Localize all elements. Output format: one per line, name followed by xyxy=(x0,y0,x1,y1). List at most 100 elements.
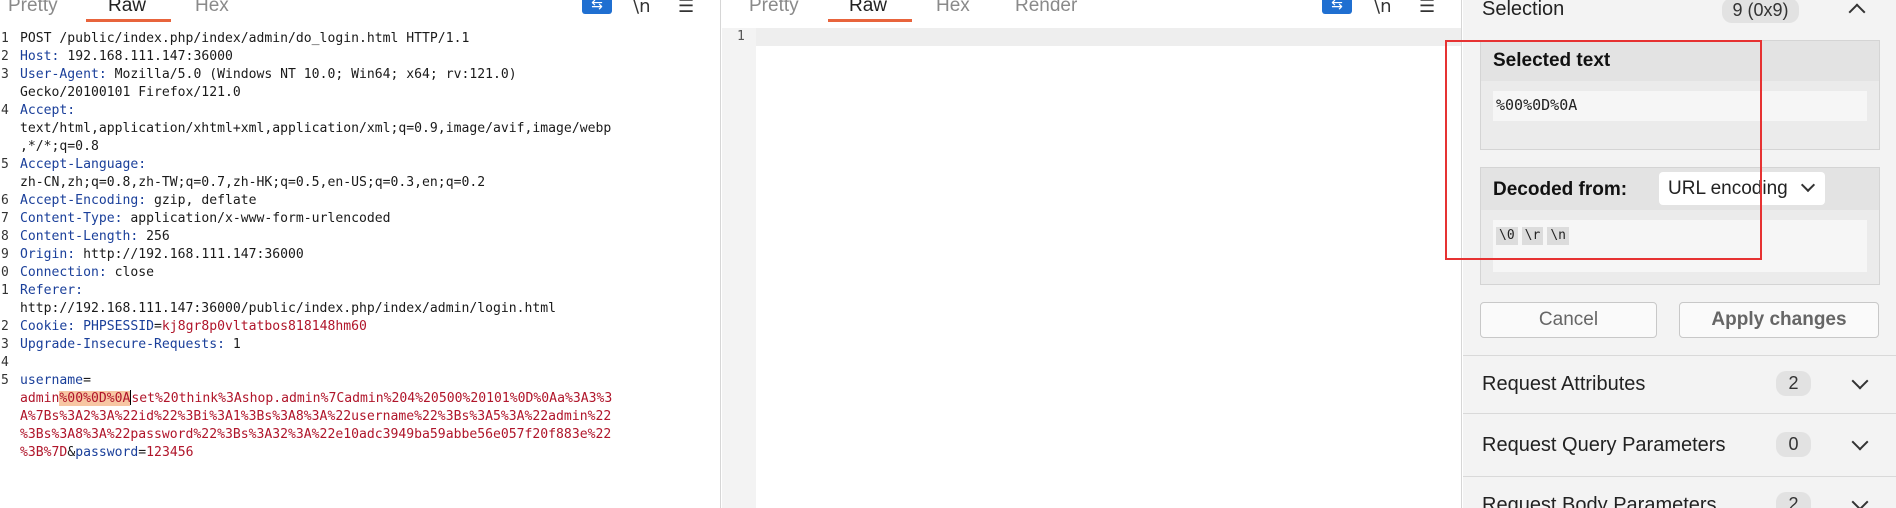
tab-render[interactable]: Render xyxy=(1015,0,1077,17)
request-raw-editor[interactable]: 1 POST /public/index.php/index/admin/do_l… xyxy=(0,28,720,508)
header-key: username xyxy=(20,373,84,388)
chevron-down-icon[interactable] xyxy=(1851,372,1869,390)
tab-hex[interactable]: Hex xyxy=(195,0,229,17)
editor-line: 4 xyxy=(0,354,720,372)
line-number: 3 xyxy=(1,337,9,352)
text-token: Gecko/20100101 Firefox/121.0 xyxy=(20,85,241,100)
menu-icon[interactable]: ☰ xyxy=(1419,0,1435,17)
tab-pretty[interactable]: Pretty xyxy=(749,0,799,17)
header-key: Accept: xyxy=(20,103,76,118)
line-text: ,*/*;q=0.8 xyxy=(20,138,99,156)
tab-raw[interactable]: Raw xyxy=(108,0,146,17)
line-number: 4 xyxy=(1,355,9,370)
header-key: Connection: xyxy=(20,265,115,280)
wrap-lines-icon[interactable]: ⇆ xyxy=(582,0,612,14)
line-text: text/html,application/xhtml+xml,applicat… xyxy=(20,120,611,138)
section-request-attributes[interactable]: Request Attributes 2 xyxy=(1463,356,1896,413)
menu-icon[interactable]: ☰ xyxy=(678,0,694,17)
editor-line: 4 Accept: xyxy=(0,102,720,120)
header-key: User-Agent: xyxy=(20,67,115,82)
line-gutter xyxy=(722,28,756,508)
line-text: Gecko/20100101 Firefox/121.0 xyxy=(20,84,241,102)
text-token: = xyxy=(138,445,147,460)
editor-line: 8 Content-Length: 256 xyxy=(0,228,720,246)
section-count-badge: 0 xyxy=(1776,432,1811,457)
text-token: 123456 xyxy=(146,445,194,460)
header-key: Content-Type: xyxy=(20,211,131,226)
line-number: 9 xyxy=(1,247,9,262)
text-token: %3Bs%3A8%3A%22password%22%3Bs%3A32%3A%22… xyxy=(20,427,612,442)
apply-changes-button[interactable]: Apply changes xyxy=(1679,302,1879,338)
line-text: User-Agent: Mozilla/5.0 (Windows NT 10.0… xyxy=(20,66,517,84)
text-token: zh-CN,zh;q=0.8,zh-TW;q=0.7,zh-HK;q=0.5,e… xyxy=(20,175,486,190)
header-key: Host: xyxy=(20,49,68,64)
text-token: application/x-www-form-urlencoded xyxy=(130,211,391,226)
wrap-lines-icon[interactable]: ⇆ xyxy=(1322,0,1352,14)
header-key: Referer: xyxy=(20,283,84,298)
editor-line: 3 User-Agent: Mozilla/5.0 (Windows NT 10.… xyxy=(0,66,720,84)
newline-icon[interactable]: \n xyxy=(633,0,650,17)
text-token: A%7Bs%3A2%3A%22id%22%3Bi%3A1%3Bs%3A8%3A%… xyxy=(20,409,612,424)
line-text: Connection: close xyxy=(20,264,154,282)
text-token: set%20think%3Ashop.admin%7Cadmin%204%205… xyxy=(131,391,613,406)
annotation-highlight-box xyxy=(1445,40,1762,260)
header-key: Origin: xyxy=(20,247,84,262)
section-count-badge: 2 xyxy=(1776,371,1811,396)
chevron-down-icon xyxy=(1800,177,1816,193)
selection-header[interactable]: Selection 9 (0x9) xyxy=(1463,0,1896,28)
text-token: Mozilla/5.0 (Windows NT 10.0; Win64; x64… xyxy=(114,67,517,82)
section-title: Request Attributes xyxy=(1482,373,1646,395)
section-title: Request Body Parameters xyxy=(1482,494,1717,508)
chevron-down-icon[interactable] xyxy=(1851,433,1869,451)
line-text: Accept: xyxy=(20,102,75,120)
editor-line: 1 Referer: xyxy=(0,282,720,300)
text-token: POST /public/index.php/index/admin/do_lo… xyxy=(20,31,470,46)
line-text: Referer: xyxy=(20,282,83,300)
line-text: Content-Type: application/x-www-form-url… xyxy=(20,210,391,228)
response-tab-bar: Pretty Raw Hex Render ⇆ \n ☰ xyxy=(722,0,1461,22)
text-token: http://192.168.111.147:36000/public/inde… xyxy=(20,301,557,316)
line-number: 0 xyxy=(1,265,9,280)
editor-line: %3B%7D&password=123456 xyxy=(0,444,720,462)
text-token: 192.168.111.147:36000 xyxy=(67,49,233,64)
section-request-body-parameters[interactable]: Request Body Parameters 2 xyxy=(1463,477,1896,508)
line-text: Content-Length: 256 xyxy=(20,228,170,246)
tab-pretty[interactable]: Pretty xyxy=(8,0,58,17)
line-number: 5 xyxy=(1,157,9,172)
section-request-query-parameters[interactable]: Request Query Parameters 0 xyxy=(1463,414,1896,476)
line-text: A%7Bs%3A2%3A%22id%22%3Bi%3A1%3Bs%3A8%3A%… xyxy=(20,408,611,426)
text-token: gzip, deflate xyxy=(154,193,257,208)
section-count-badge: 2 xyxy=(1776,492,1811,508)
header-key: password xyxy=(75,445,139,460)
editor-line: ,*/*;q=0.8 xyxy=(0,138,720,156)
tab-hex[interactable]: Hex xyxy=(936,0,970,17)
cancel-button[interactable]: Cancel xyxy=(1480,302,1657,338)
line-text: %3Bs%3A8%3A%22password%22%3Bs%3A32%3A%22… xyxy=(20,426,611,444)
editor-line: 7 Content-Type: application/x-www-form-ur… xyxy=(0,210,720,228)
editor-line: A%7Bs%3A2%3A%22id%22%3Bi%3A1%3Bs%3A8%3A%… xyxy=(0,408,720,426)
text-token: kj8gr8p0vltatbos818148hm60 xyxy=(161,319,367,334)
header-key: PHPSESSID xyxy=(83,319,155,334)
header-key: Accept-Language: xyxy=(20,157,147,172)
chevron-up-icon[interactable] xyxy=(1848,3,1866,21)
newline-icon[interactable]: \n xyxy=(1374,0,1391,17)
section-title: Request Query Parameters xyxy=(1482,434,1726,456)
editor-line: 9 Origin: http://192.168.111.147:36000 xyxy=(0,246,720,264)
line-number: 5 xyxy=(1,373,9,388)
text-token: text/html,application/xhtml+xml,applicat… xyxy=(20,121,612,136)
line-number: 1 xyxy=(1,283,9,298)
text-token: 256 xyxy=(146,229,170,244)
tab-raw[interactable]: Raw xyxy=(849,0,887,17)
chevron-down-icon[interactable] xyxy=(1851,493,1869,508)
line-number: 2 xyxy=(1,319,9,334)
editor-line: Gecko/20100101 Firefox/121.0 xyxy=(0,84,720,102)
selected-text-highlight: %00%0D%0A xyxy=(59,391,131,406)
text-token: %3B%7D xyxy=(20,445,68,460)
text-token: ,*/*;q=0.8 xyxy=(20,139,99,154)
editor-line: http://192.168.111.147:36000/public/inde… xyxy=(0,300,720,318)
text-token: 1 xyxy=(232,337,241,352)
line-number: 1 xyxy=(1,31,9,46)
editor-line: 1 POST /public/index.php/index/admin/do_l… xyxy=(0,30,720,48)
line-text: admin%00%0D%0Aset%20think%3Ashop.admin%7… xyxy=(20,390,612,408)
line-number: 2 xyxy=(1,49,9,64)
